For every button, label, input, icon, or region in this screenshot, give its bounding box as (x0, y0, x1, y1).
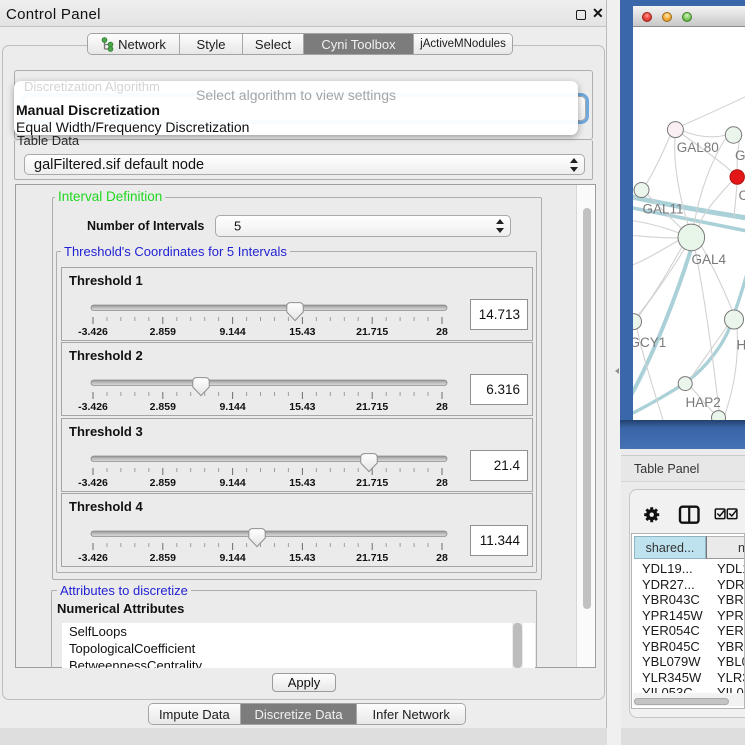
svg-text:GAL4: GAL4 (691, 252, 726, 267)
svg-text:28: 28 (436, 401, 448, 413)
svg-text:GCY1: GCY1 (633, 335, 666, 350)
svg-text:C: C (738, 188, 745, 203)
svg-text:2.859: 2.859 (150, 477, 176, 489)
svg-text:2.859: 2.859 (150, 552, 176, 564)
svg-text:15.43: 15.43 (289, 401, 315, 413)
svg-text:21.715: 21.715 (356, 552, 388, 564)
svg-text:HAP2: HAP2 (685, 395, 720, 410)
svg-text:15.43: 15.43 (289, 552, 315, 564)
svg-text:9.144: 9.144 (219, 326, 245, 338)
svg-text:-3.426: -3.426 (78, 552, 108, 564)
svg-text:GAL80: GAL80 (676, 140, 718, 155)
svg-text:28: 28 (436, 326, 448, 338)
svg-text:-3.426: -3.426 (78, 326, 108, 338)
svg-text:21.715: 21.715 (356, 326, 388, 338)
svg-text:9.144: 9.144 (219, 401, 245, 413)
svg-text:G.: G. (735, 148, 745, 163)
svg-text:9.144: 9.144 (219, 477, 245, 489)
svg-text:21.715: 21.715 (356, 477, 388, 489)
svg-text:2.859: 2.859 (150, 326, 176, 338)
svg-text:21.715: 21.715 (356, 401, 388, 413)
svg-text:9.144: 9.144 (219, 552, 245, 564)
svg-text:-3.426: -3.426 (78, 401, 108, 413)
svg-text:H: H (736, 338, 745, 353)
svg-text:28: 28 (436, 477, 448, 489)
svg-text:15.43: 15.43 (289, 326, 315, 338)
svg-text:2.859: 2.859 (150, 401, 176, 413)
svg-text:28: 28 (436, 552, 448, 564)
svg-text:15.43: 15.43 (289, 477, 315, 489)
svg-text:-3.426: -3.426 (78, 477, 108, 489)
svg-text:GAL11: GAL11 (642, 202, 683, 217)
